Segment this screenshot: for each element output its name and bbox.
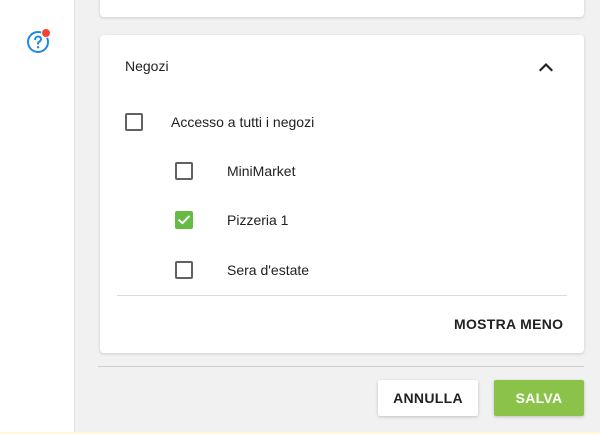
cancel-button[interactable]: ANNULLA [378,380,478,416]
collapse-button[interactable] [536,57,556,77]
all-stores-checkbox[interactable] [125,113,143,131]
main-content: Negozi Accesso a tutti i negozi MiniMark… [75,0,600,434]
store-label: Sera d'estate [227,262,310,278]
stores-card-title: Negozi [125,58,169,74]
all-stores-row[interactable]: Accesso a tutti i negozi [125,111,314,133]
chevron-up-icon [539,62,553,72]
app-root: Negozi Accesso a tutti i negozi MiniMark… [0,0,600,434]
store-checkbox[interactable] [175,162,193,180]
sidebar [0,0,75,434]
card-divider [117,295,567,296]
all-stores-label: Accesso a tutti i negozi [171,114,315,130]
help-button[interactable] [26,28,51,54]
store-label: MiniMarket [227,163,296,179]
store-row-minimarket[interactable]: MiniMarket [175,160,295,182]
notification-dot [41,28,51,38]
checkmark-icon [178,215,190,225]
store-checkbox[interactable] [175,261,193,279]
section-divider [98,366,584,367]
store-row-pizzeria-1[interactable]: Pizzeria 1 [175,209,288,231]
stores-card: Negozi Accesso a tutti i negozi MiniMark… [100,35,584,353]
store-checkbox-checked[interactable] [175,211,193,229]
show-less-button[interactable]: MOSTRA MENO [454,316,563,332]
store-row-sera-destate[interactable]: Sera d'estate [175,259,309,281]
store-label: Pizzeria 1 [227,212,289,228]
save-button[interactable]: SALVA [494,380,584,416]
previous-card [100,0,584,17]
